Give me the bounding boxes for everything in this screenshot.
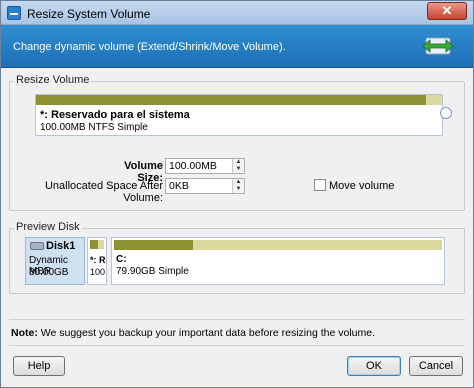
- reserved-partition-name: *: R: [90, 255, 106, 265]
- partition-usage-fill: [36, 95, 426, 105]
- partition-detail: 100.00MB NTFS Simple: [40, 122, 148, 133]
- move-volume-label: Move volume: [329, 180, 395, 192]
- app-icon: [7, 6, 21, 20]
- reserved-usage-bar: [90, 240, 104, 249]
- note-body: We suggest you backup your important dat…: [37, 327, 376, 339]
- unallocated-after-value: 0KB: [169, 180, 189, 192]
- c-usage-fill: [114, 240, 193, 250]
- preview-disk-group-label: Preview Disk: [14, 221, 82, 233]
- close-button[interactable]: ✕: [427, 2, 467, 20]
- window-title: Resize System Volume: [27, 7, 151, 21]
- preview-partition-reserved[interactable]: *: R 100.: [87, 237, 107, 285]
- resize-system-volume-dialog: Resize System Volume ✕ Change dynamic vo…: [0, 0, 474, 388]
- unallocated-after-label: Unallocated Space After Volume:: [44, 180, 163, 204]
- ok-button[interactable]: OK: [347, 356, 401, 376]
- c-partition-detail: 79.90GB Simple: [116, 266, 189, 277]
- note-text: Note: We suggest you backup your importa…: [11, 327, 375, 339]
- unallocated-after-stepper[interactable]: 0KB ▲ ▼: [165, 178, 245, 194]
- resize-arrows-icon: [422, 37, 454, 55]
- header-banner: Change dynamic volume (Extend/Shrink/Mov…: [1, 25, 473, 68]
- partition-card[interactable]: *: Reservado para el sistema 100.00MB NT…: [35, 94, 443, 136]
- reserved-usage-fill: [90, 240, 99, 249]
- divider: [9, 319, 465, 320]
- volume-size-stepper[interactable]: 100.00MB ▲ ▼: [165, 158, 245, 174]
- unallocated-after-arrows[interactable]: ▲ ▼: [232, 179, 244, 193]
- volume-size-arrows[interactable]: ▲ ▼: [232, 159, 244, 173]
- resize-volume-group-label: Resize Volume: [14, 74, 92, 86]
- help-button[interactable]: Help: [13, 356, 65, 376]
- title-bar[interactable]: Resize System Volume ✕: [1, 1, 473, 25]
- partition-usage-bar: [36, 95, 442, 105]
- disk-name: Disk1: [46, 240, 76, 252]
- divider: [9, 345, 465, 346]
- move-volume-checkbox[interactable]: [314, 179, 326, 191]
- header-description: Change dynamic volume (Extend/Shrink/Mov…: [13, 41, 286, 53]
- hard-disk-icon: [30, 242, 44, 250]
- partition-name: *: Reservado para el sistema: [40, 109, 190, 121]
- cancel-button[interactable]: Cancel: [409, 356, 463, 376]
- c-partition-name: C:: [116, 254, 127, 265]
- volume-size-value: 100.00MB: [169, 160, 217, 172]
- preview-partition-c[interactable]: C: 79.90GB Simple: [111, 237, 445, 285]
- c-usage-bar: [114, 240, 442, 250]
- resize-handle[interactable]: [440, 107, 452, 119]
- disk-size: 80.00GB: [29, 267, 69, 278]
- note-label: Note:: [11, 327, 38, 339]
- disk-info-box[interactable]: Disk1 Dynamic MBR 80.00GB: [25, 237, 85, 285]
- reserved-partition-detail: 100.: [90, 267, 107, 277]
